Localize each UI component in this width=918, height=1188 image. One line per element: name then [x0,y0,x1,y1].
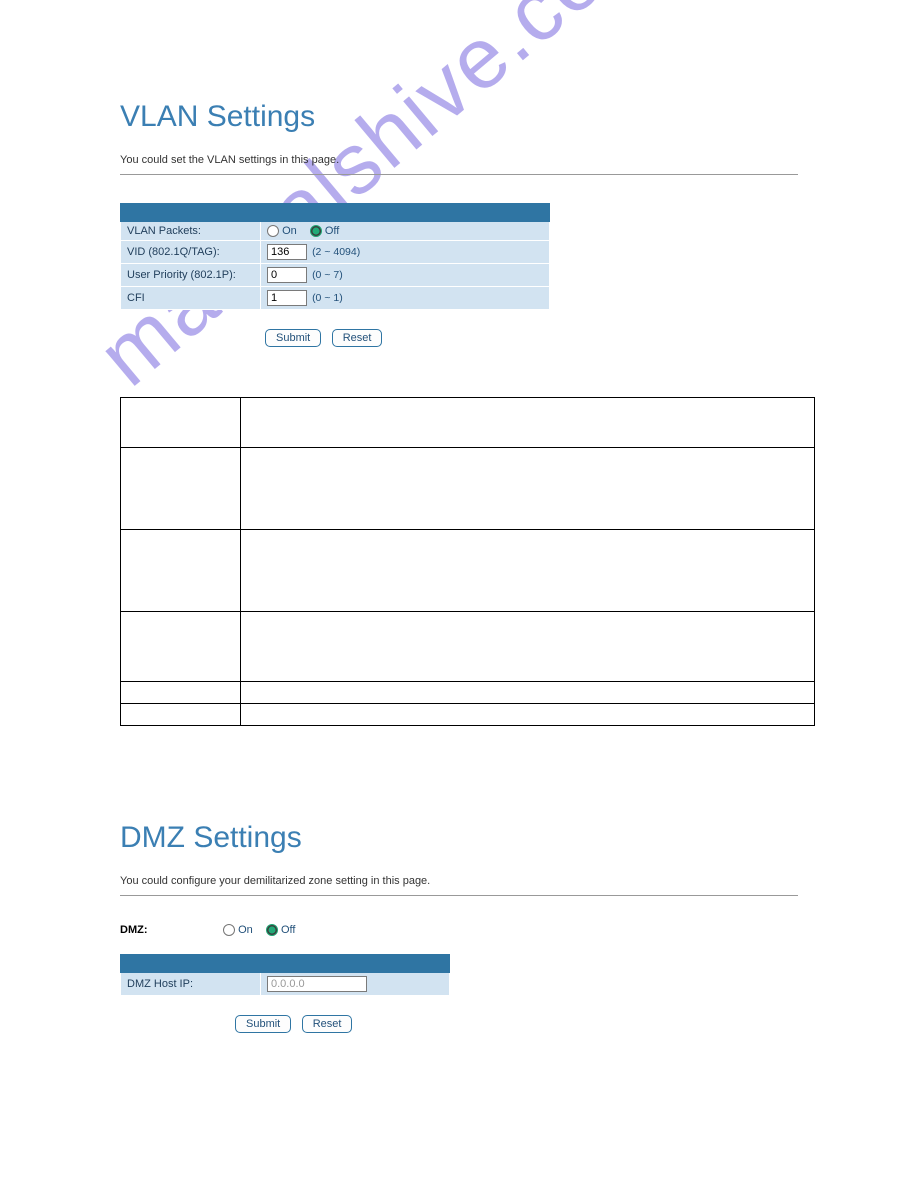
table-row: User Priority (802.1P): (0 ~ 7) [121,264,550,287]
on-label: On [238,924,253,936]
empty-grid-table [120,397,815,726]
dmz-host-table: DMZ Host IP: [120,954,450,996]
cfi-label: CFI [121,287,261,310]
table-row: DMZ Host IP: [121,973,450,996]
on-label: On [282,225,297,237]
vlan-packets-label: VLAN Packets: [121,222,261,241]
vid-label: VID (802.1Q/TAG): [121,241,261,264]
divider [120,895,798,896]
table-row: VID (802.1Q/TAG): (2 ~ 4094) [121,241,550,264]
dmz-hostip-label: DMZ Host IP: [121,973,261,996]
dmz-label: DMZ: [120,924,220,936]
vid-input[interactable] [267,244,307,260]
off-label: Off [281,924,295,936]
priority-label: User Priority (802.1P): [121,264,261,287]
priority-input[interactable] [267,267,307,283]
vlan-reset-button[interactable]: Reset [332,329,383,347]
cfi-range: (0 ~ 1) [312,292,343,304]
dmz-reset-button[interactable]: Reset [302,1015,353,1033]
dmz-off-radio[interactable] [266,924,278,936]
table-header [121,955,450,973]
vlan-settings-table: VLAN Packets: On Off VID (802.1Q/TAG): (… [120,203,550,310]
dmz-desc: You could configure your demilitarized z… [120,875,798,887]
vid-range: (2 ~ 4094) [312,246,360,258]
vlan-title: VLAN Settings [120,100,798,134]
vlan-packets-on-radio[interactable] [267,225,279,237]
dmz-on-radio[interactable] [223,924,235,936]
priority-range: (0 ~ 7) [312,269,343,281]
divider [120,174,798,175]
vlan-submit-button[interactable]: Submit [265,329,321,347]
table-row: VLAN Packets: On Off [121,222,550,241]
vlan-packets-off-radio[interactable] [310,225,322,237]
dmz-submit-button[interactable]: Submit [235,1015,291,1033]
table-header [121,204,550,222]
off-label: Off [325,225,339,237]
table-row: CFI (0 ~ 1) [121,287,550,310]
dmz-title: DMZ Settings [120,821,798,855]
vlan-desc: You could set the VLAN settings in this … [120,154,798,166]
cfi-input[interactable] [267,290,307,306]
dmz-hostip-input[interactable] [267,976,367,992]
